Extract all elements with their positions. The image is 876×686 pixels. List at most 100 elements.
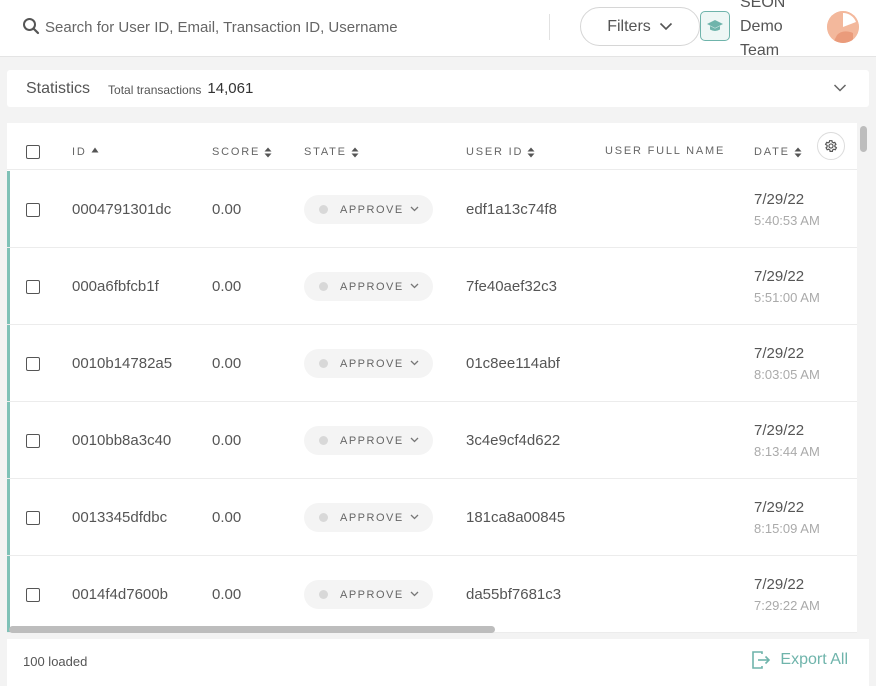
row-accent-bar <box>7 402 10 478</box>
column-header-label: USER ID <box>466 146 524 158</box>
state-label: APPROVE <box>340 203 404 216</box>
sort-icon <box>794 147 802 157</box>
graduation-cap-icon[interactable] <box>700 11 730 41</box>
team-name[interactable]: SEON Demo Team <box>740 0 810 63</box>
cell-id[interactable]: 000a6fbfcb1f <box>72 278 159 295</box>
chevron-down-icon <box>410 437 419 443</box>
table-row[interactable]: 0004791301dc 0.00 APPROVE edf1a13c74f8 7… <box>7 171 857 248</box>
cell-user-id[interactable]: 181ca8a00845 <box>466 509 565 526</box>
team-name-line: Team <box>740 42 780 59</box>
cell-score: 0.00 <box>212 509 242 526</box>
table-row[interactable]: 0013345dfdbc 0.00 APPROVE 181ca8a00845 7… <box>7 479 857 556</box>
state-dot <box>319 205 328 214</box>
state-dropdown[interactable]: APPROVE <box>304 349 433 378</box>
state-label: APPROVE <box>340 357 404 370</box>
cell-score: 0.00 <box>212 355 242 372</box>
cell-user-id[interactable]: da55bf7681c3 <box>466 586 561 603</box>
cell-id[interactable]: 0010bb8a3c40 <box>72 432 171 449</box>
table-row[interactable]: 0014f4d7600b 0.00 APPROVE da55bf7681c3 7… <box>7 556 857 633</box>
export-icon <box>752 651 771 669</box>
table-header: ID SCORE STATE USER ID USER FULL NAME DA… <box>7 123 857 170</box>
vertical-scrollbar-thumb[interactable] <box>860 126 867 152</box>
state-dot <box>319 436 328 445</box>
column-header-label: STATE <box>304 146 347 158</box>
cell-date: 7/29/22 <box>754 576 805 593</box>
state-label: APPROVE <box>340 280 404 293</box>
table-row[interactable]: 000a6fbfcb1f 0.00 APPROVE 7fe40aef32c3 7… <box>7 248 857 325</box>
header-divider <box>549 14 550 40</box>
cell-id[interactable]: 0013345dfdbc <box>72 509 167 526</box>
column-header-user-id[interactable]: USER ID <box>466 146 535 158</box>
cell-score: 0.00 <box>212 586 242 603</box>
cell-user-id[interactable]: 3c4e9cf4d622 <box>466 432 560 449</box>
cell-user-id[interactable]: 7fe40aef32c3 <box>466 278 557 295</box>
row-checkbox[interactable] <box>26 357 40 371</box>
cell-id[interactable]: 0014f4d7600b <box>72 586 168 603</box>
table-footer: 100 loaded Export All <box>7 639 869 686</box>
column-header-state[interactable]: STATE <box>304 146 359 158</box>
state-dropdown[interactable]: APPROVE <box>304 580 433 609</box>
export-all-button[interactable]: Export All <box>751 651 848 669</box>
row-checkbox[interactable] <box>26 280 40 294</box>
state-dropdown[interactable]: APPROVE <box>304 503 433 532</box>
gear-icon <box>824 140 838 152</box>
chevron-down-icon <box>410 591 419 597</box>
cell-date: 7/29/22 <box>754 345 805 362</box>
statistics-title: Statistics <box>26 79 91 97</box>
column-settings-button[interactable] <box>817 132 845 160</box>
sort-icon <box>527 147 535 157</box>
chevron-down-icon <box>659 22 672 31</box>
cell-date: 7/29/22 <box>754 422 805 439</box>
sort-icon <box>264 147 272 157</box>
cell-time: 7:29:22 AM <box>754 598 820 613</box>
column-header-label: DATE <box>754 146 790 158</box>
avatar[interactable] <box>827 11 859 43</box>
row-checkbox[interactable] <box>26 203 40 217</box>
table-row[interactable]: 0010b14782a5 0.00 APPROVE 01c8ee114abf 7… <box>7 325 857 402</box>
search-input[interactable] <box>45 14 525 40</box>
cell-score: 0.00 <box>212 432 242 449</box>
cell-score: 0.00 <box>212 278 242 295</box>
cell-time: 5:40:53 AM <box>754 213 820 228</box>
column-header-user-full-name[interactable]: USER FULL NAME <box>605 145 725 157</box>
team-name-line: SEON <box>740 0 786 11</box>
select-all-checkbox[interactable] <box>26 145 40 159</box>
state-dot <box>319 359 328 368</box>
cell-time: 8:15:09 AM <box>754 521 820 536</box>
column-header-id[interactable]: ID <box>72 146 99 158</box>
chevron-down-icon <box>410 360 419 366</box>
column-header-date[interactable]: DATE <box>754 146 802 158</box>
state-dot <box>319 282 328 291</box>
total-transactions-label: Total transactions <box>108 82 202 97</box>
column-header-label: SCORE <box>212 146 261 158</box>
statistics-bar[interactable]: Statistics Total transactions 14,061 <box>7 70 869 107</box>
cell-id[interactable]: 0010b14782a5 <box>72 355 172 372</box>
cell-date: 7/29/22 <box>754 268 805 285</box>
cell-id[interactable]: 0004791301dc <box>72 201 171 218</box>
vertical-scrollbar[interactable] <box>858 123 868 633</box>
filters-button[interactable]: Filters <box>580 7 700 46</box>
row-checkbox[interactable] <box>26 588 40 602</box>
state-label: APPROVE <box>340 511 404 524</box>
cell-date: 7/29/22 <box>754 499 805 516</box>
cell-user-id[interactable]: edf1a13c74f8 <box>466 201 557 218</box>
state-dropdown[interactable]: APPROVE <box>304 272 433 301</box>
row-checkbox[interactable] <box>26 434 40 448</box>
sort-icon <box>351 147 359 157</box>
chevron-down-icon[interactable] <box>833 81 847 95</box>
search-icon <box>23 18 40 35</box>
cell-score: 0.00 <box>212 201 242 218</box>
transactions-table: ID SCORE STATE USER ID USER FULL NAME DA… <box>7 123 857 633</box>
state-dropdown[interactable]: APPROVE <box>304 195 433 224</box>
chevron-down-icon <box>410 206 419 212</box>
horizontal-scrollbar-thumb[interactable] <box>9 626 495 633</box>
column-header-label: USER FULL NAME <box>605 145 726 157</box>
state-label: APPROVE <box>340 434 404 447</box>
table-row[interactable]: 0010bb8a3c40 0.00 APPROVE 3c4e9cf4d622 7… <box>7 402 857 479</box>
state-dropdown[interactable]: APPROVE <box>304 426 433 455</box>
row-checkbox[interactable] <box>26 511 40 525</box>
row-accent-bar <box>7 171 10 247</box>
column-header-score[interactable]: SCORE <box>212 146 272 158</box>
cell-user-id[interactable]: 01c8ee114abf <box>466 355 560 372</box>
cell-time: 8:03:05 AM <box>754 367 820 382</box>
